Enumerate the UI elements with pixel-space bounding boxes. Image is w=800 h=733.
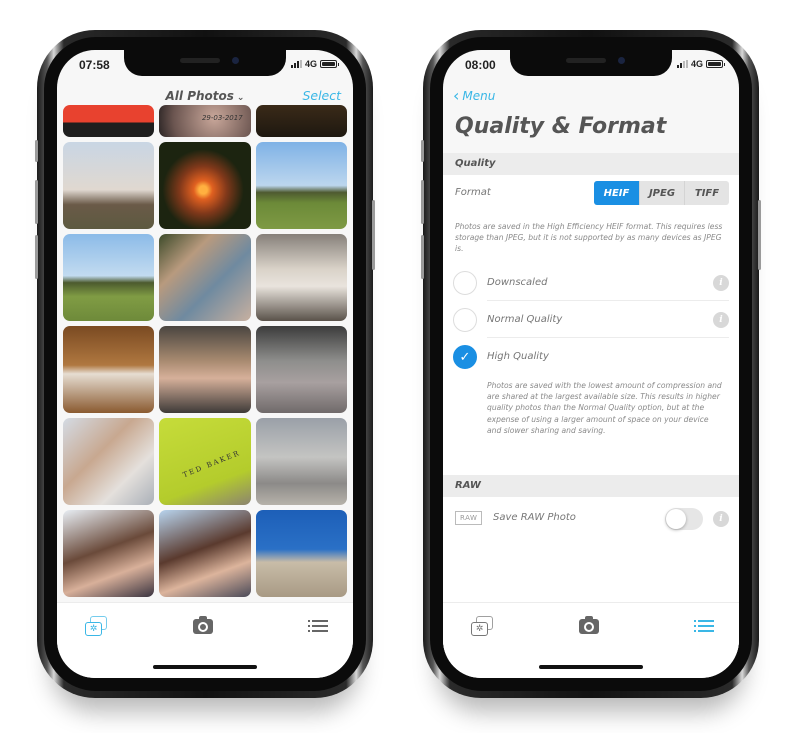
save-raw-toggle[interactable]: [665, 508, 703, 530]
home-indicator[interactable]: [153, 665, 257, 669]
tab-settings[interactable]: [691, 615, 717, 637]
select-button[interactable]: Select: [302, 88, 341, 103]
format-option-heif[interactable]: HEIF: [594, 181, 639, 205]
camera-icon: [193, 615, 213, 634]
gallery-icon: ✲: [85, 616, 107, 636]
photo-thumbnail[interactable]: [159, 142, 251, 229]
format-segmented-control: HEIF JPEG TIFF: [594, 181, 729, 205]
network-label: 4G: [690, 59, 703, 69]
tab-gallery[interactable]: ✲: [469, 615, 495, 637]
network-label: 4G: [304, 59, 317, 69]
battery-icon: [706, 60, 725, 68]
tab-bar: ✲: [57, 602, 353, 678]
quality-option-downscaled[interactable]: Downscaled i: [453, 265, 729, 301]
photo-thumbnail[interactable]: [63, 105, 155, 137]
side-button: [372, 200, 375, 270]
photo-grid: 29-03-2017 TED BAKER: [63, 105, 347, 597]
raw-badge-icon: RAW: [455, 511, 483, 525]
divider: [487, 300, 729, 301]
toggle-knob: [666, 509, 686, 529]
photo-thumbnail[interactable]: [159, 326, 251, 413]
tab-bar: ✲: [443, 602, 739, 678]
settings-screen: 08:00 4G ‹ Menu Quality & Format Quality…: [443, 50, 739, 678]
format-description: Photos are saved in the High Efficiency …: [455, 222, 723, 254]
photo-thumbnail[interactable]: [63, 418, 155, 505]
divider: [487, 337, 729, 338]
mute-switch: [35, 140, 38, 162]
info-icon[interactable]: i: [713, 511, 729, 527]
info-icon[interactable]: i: [713, 312, 729, 328]
photo-thumbnail[interactable]: [255, 510, 347, 597]
photo-thumbnail[interactable]: [63, 510, 155, 597]
photo-thumbnail[interactable]: [255, 142, 347, 229]
battery-icon: [320, 60, 339, 68]
mute-switch: [421, 140, 424, 162]
photos-screen: 07:58 4G All Photos⌄ Select 29-03-2017: [57, 50, 353, 678]
radio-button-checked[interactable]: ✓: [453, 345, 477, 369]
quality-option-normal[interactable]: Normal Quality i: [453, 302, 729, 338]
photo-thumbnail[interactable]: [255, 105, 347, 137]
front-camera: [618, 57, 625, 64]
format-row: Format HEIF JPEG TIFF: [455, 181, 729, 205]
photo-caption: TED BAKER: [182, 448, 243, 480]
phone-settings: 08:00 4G ‹ Menu Quality & Format Quality…: [421, 30, 761, 698]
tab-gallery[interactable]: ✲: [83, 615, 109, 637]
format-label: Format: [455, 187, 491, 198]
notch: [124, 50, 286, 76]
volume-up-button: [35, 180, 38, 224]
tab-camera[interactable]: [190, 615, 216, 637]
photo-thumbnail[interactable]: [159, 234, 251, 321]
option-label: Normal Quality: [487, 314, 563, 325]
photo-thumbnail[interactable]: [63, 142, 155, 229]
photo-thumbnail[interactable]: [255, 418, 347, 505]
photo-thumbnail[interactable]: [255, 326, 347, 413]
photo-thumbnail[interactable]: [63, 234, 155, 321]
phone-photos: 07:58 4G All Photos⌄ Select 29-03-2017: [35, 30, 375, 698]
volume-down-button: [35, 235, 38, 279]
tab-camera[interactable]: [576, 615, 602, 637]
format-option-tiff[interactable]: TIFF: [684, 181, 729, 205]
option-label: Downscaled: [487, 277, 548, 288]
side-button: [758, 200, 761, 270]
chevron-left-icon: ‹: [453, 86, 460, 105]
save-raw-row: RAW Save RAW Photo i: [455, 503, 729, 533]
status-time: 07:58: [79, 58, 110, 72]
chevron-down-icon: ⌄: [236, 93, 245, 103]
page-title: Quality & Format: [455, 114, 667, 139]
section-header-raw: RAW: [443, 475, 739, 497]
back-button[interactable]: ‹ Menu: [453, 88, 495, 104]
photo-thumbnail[interactable]: [255, 234, 347, 321]
tab-settings[interactable]: [305, 615, 331, 637]
high-quality-description: Photos are saved with the lowest amount …: [487, 381, 722, 435]
notch: [510, 50, 672, 76]
status-time: 08:00: [465, 58, 496, 72]
photo-thumbnail[interactable]: [159, 510, 251, 597]
radio-button[interactable]: [453, 271, 477, 295]
quality-option-high[interactable]: ✓ High Quality: [453, 339, 729, 375]
front-camera: [232, 57, 239, 64]
photo-thumbnail[interactable]: [63, 326, 155, 413]
info-icon[interactable]: i: [713, 275, 729, 291]
photo-thumbnail[interactable]: TED BAKER: [159, 418, 251, 505]
signal-icon: [676, 60, 688, 68]
camera-icon: [579, 615, 599, 634]
save-raw-label: Save RAW Photo: [493, 512, 576, 523]
checkmark-icon: ✓: [459, 349, 471, 365]
photo-thumbnail[interactable]: 29-03-2017: [159, 105, 251, 137]
signal-icon: [290, 60, 302, 68]
quality-section: Format HEIF JPEG TIFF Photos are saved i…: [443, 175, 739, 475]
radio-button[interactable]: [453, 308, 477, 332]
list-icon: [308, 620, 328, 632]
home-indicator[interactable]: [539, 665, 643, 669]
volume-up-button: [421, 180, 424, 224]
section-header-quality: Quality: [443, 153, 739, 175]
back-label: Menu: [462, 89, 496, 103]
gallery-icon: ✲: [471, 616, 493, 636]
option-label: High Quality: [487, 351, 549, 362]
list-icon: [694, 620, 714, 632]
photo-caption: 29-03-2017: [201, 114, 243, 122]
volume-down-button: [421, 235, 424, 279]
format-option-jpeg[interactable]: JPEG: [639, 181, 684, 205]
album-title: All Photos: [165, 89, 234, 103]
